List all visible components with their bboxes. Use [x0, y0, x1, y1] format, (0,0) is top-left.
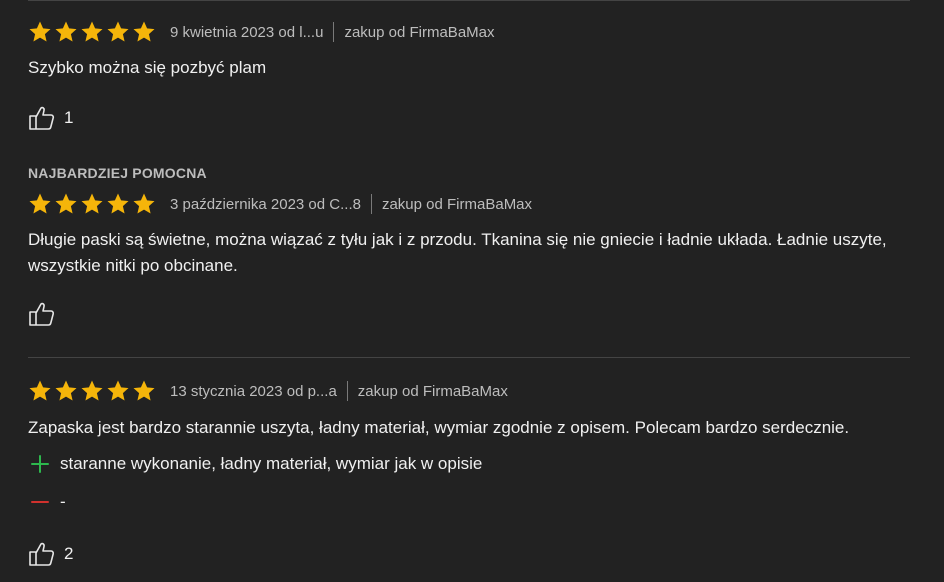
- star-icon: [107, 380, 129, 401]
- meta-separator: [333, 22, 335, 42]
- review-1: 9 kwietnia 2023 od l...u zakup od FirmaB…: [28, 19, 918, 131]
- star-rating: [28, 379, 156, 403]
- helpful-section: [28, 301, 918, 327]
- star-icon: [29, 380, 51, 401]
- review-meta: 9 kwietnia 2023 od l...u zakup od FirmaB…: [28, 19, 918, 45]
- thumbs-up-icon[interactable]: [28, 301, 56, 327]
- review-text: Szybko można się pozbyć plam: [28, 58, 267, 77]
- review-text: Długie paski są świetne, można wiązać z …: [28, 230, 887, 275]
- star-rating: [28, 20, 156, 44]
- helpful-section: 1: [28, 105, 918, 131]
- helpful-section: 2: [28, 541, 918, 567]
- review-vendor: zakup od FirmaBaMax: [344, 23, 495, 41]
- thumbs-up-icon[interactable]: [28, 105, 56, 131]
- cons-text: -: [60, 492, 66, 511]
- pros-text: staranne wykonanie, ładny materiał, wymi…: [60, 454, 483, 473]
- review-date-author: 3 października 2023 od C...8: [170, 195, 361, 213]
- star-icon: [133, 21, 155, 42]
- pros-row: staranne wykonanie, ładny materiał, wymi…: [28, 451, 918, 477]
- review-3: 13 stycznia 2023 od p...a zakup od Firma…: [28, 378, 918, 567]
- top-divider: [28, 0, 910, 1]
- review-divider: [28, 357, 910, 358]
- plus-icon: [31, 455, 49, 473]
- meta-separator: [346, 381, 348, 401]
- star-icon: [29, 21, 51, 42]
- meta-separator: [370, 194, 372, 214]
- star-icon: [133, 193, 155, 214]
- cons-row: -: [28, 489, 918, 515]
- star-icon: [81, 380, 103, 401]
- star-icon: [55, 380, 77, 401]
- helpful-count: 2: [64, 544, 74, 563]
- review-2: NAJBARDZIEJ POMOCNA 3 października 2023 …: [28, 163, 918, 327]
- star-icon: [55, 193, 77, 214]
- review-vendor: zakup od FirmaBaMax: [357, 382, 508, 400]
- star-icon: [81, 21, 103, 42]
- star-icon: [133, 380, 155, 401]
- review-date-author: 9 kwietnia 2023 od l...u: [170, 23, 324, 41]
- star-icon: [81, 193, 103, 214]
- star-icon: [107, 193, 129, 214]
- review-date-author: 13 stycznia 2023 od p...a: [170, 382, 337, 400]
- review-meta: 13 stycznia 2023 od p...a zakup od Firma…: [28, 378, 918, 404]
- review-text: Zapaska jest bardzo starannie uszyta, ła…: [28, 418, 850, 437]
- star-icon: [29, 193, 51, 214]
- review-vendor: zakup od FirmaBaMax: [381, 195, 533, 213]
- review-meta: 3 października 2023 od C...8 zakup od Fi…: [28, 191, 918, 217]
- minus-icon: [31, 501, 49, 503]
- star-rating: [28, 192, 156, 216]
- helpful-count: 1: [64, 108, 74, 127]
- most-helpful-badge: NAJBARDZIEJ POMOCNA: [28, 165, 207, 181]
- star-icon: [107, 21, 129, 42]
- star-icon: [55, 21, 77, 42]
- thumbs-up-icon[interactable]: [28, 541, 56, 567]
